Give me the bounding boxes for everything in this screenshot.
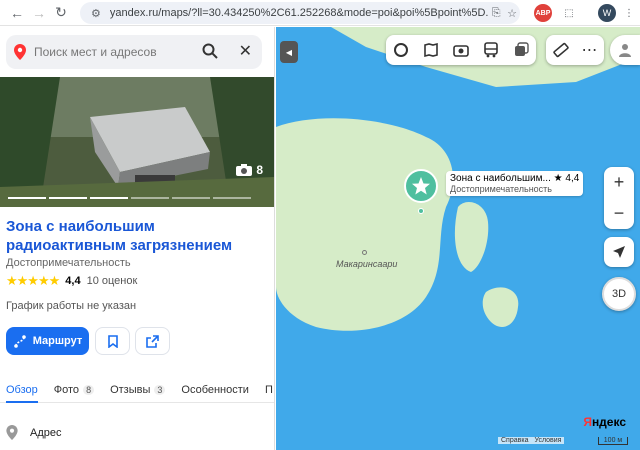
reviews-count: 10 оценок (86, 275, 138, 287)
map-scale: 100 м (598, 437, 628, 445)
photo-layer-icon[interactable] (446, 35, 476, 65)
place-tabs: Обзор Фото 8 Отзывы 3 Особенности П (0, 377, 274, 403)
navigation-arrow-icon (613, 246, 625, 258)
poi-label[interactable]: Зона с наибольшим... ★ 4,4 Достопримечат… (446, 171, 584, 196)
bookmark-star-icon[interactable]: ☆ (504, 7, 520, 20)
poi-category: Достопримечательность (450, 184, 552, 194)
place-title[interactable]: Зона с наибольшим радиоактивным загрязне… (6, 217, 266, 255)
address-bar[interactable]: ⚙ yandex.ru/maps/?ll=30.434250%2C61.2522… (80, 2, 520, 24)
zoom-out-button[interactable]: − (614, 203, 625, 224)
route-button[interactable]: Маршрут (6, 327, 89, 355)
transport-icon[interactable] (476, 35, 506, 65)
map-footer-links: Справка Условия (498, 437, 565, 444)
reload-icon[interactable]: ↻ (50, 2, 72, 24)
collapse-panel-icon[interactable]: ◀ (280, 41, 298, 63)
more-icon[interactable]: ⋯ (575, 35, 604, 65)
map-canvas (276, 27, 640, 450)
place-panel: ✕ 8 Зона с наибольшим радиоактивным загр… (0, 27, 275, 450)
rating-row[interactable]: ★★★★★ 4,4 10 оценок (6, 273, 137, 289)
poi-marker[interactable] (404, 169, 438, 215)
search-input[interactable] (34, 45, 194, 59)
share-button[interactable] (135, 327, 170, 355)
photo-count: 8 (236, 163, 263, 177)
back-icon[interactable]: ← (6, 2, 28, 24)
yandex-logo: Яндекс (583, 415, 626, 429)
install-app-icon[interactable]: ⎘ (488, 7, 504, 20)
location-pin-icon (6, 44, 34, 60)
layers-icon[interactable] (386, 35, 416, 65)
search-box: ✕ (6, 35, 262, 69)
ruler-icon[interactable] (546, 35, 575, 65)
profile-avatar[interactable]: W (598, 4, 616, 22)
browser-toolbar: ← → ↻ ⚙ yandex.ru/maps/?ll=30.434250%2C6… (0, 0, 640, 26)
route-icon (13, 335, 26, 348)
tab-photos[interactable]: Фото 8 (54, 377, 95, 403)
rating-stars: ★★★★★ (6, 273, 60, 288)
close-icon[interactable]: ✕ (239, 41, 252, 61)
address-row[interactable]: Адрес (6, 425, 62, 440)
terms-link[interactable]: Условия (534, 437, 561, 444)
map-layers-toolbar (386, 35, 536, 65)
map-area[interactable]: ◀ ⋯ Зона с наибольшим... ★ 4,4 Достоприм… (276, 27, 640, 450)
place-photo[interactable]: 8 (0, 77, 274, 207)
mapview-icon[interactable] (506, 35, 536, 65)
bookmark-icon (107, 334, 118, 348)
photo-progress (8, 197, 251, 199)
forward-icon[interactable]: → (28, 2, 50, 24)
address-label: Адрес (30, 426, 62, 439)
island-dot (362, 250, 367, 255)
search-icon[interactable] (202, 43, 218, 64)
poi-rating: ★ 4,4 (553, 173, 580, 184)
bookmark-button[interactable] (95, 327, 130, 355)
tab-more[interactable]: П (265, 377, 273, 403)
location-icon (6, 425, 18, 440)
camera-icon (236, 164, 253, 176)
tab-features[interactable]: Особенности (181, 377, 249, 403)
zoom-control: + − (604, 167, 634, 229)
working-hours: График работы не указан (6, 300, 137, 312)
island-name: Макаринсаари (336, 259, 398, 269)
url-text[interactable]: yandex.ru/maps/?ll=30.434250%2C61.252268… (110, 7, 488, 19)
poi-name: Зона с наибольшим... (450, 173, 551, 184)
account-avatar[interactable] (610, 35, 640, 65)
map-tools-toolbar: ⋯ (546, 35, 604, 65)
my-location-button[interactable] (604, 237, 634, 267)
zoom-in-button[interactable]: + (614, 172, 625, 193)
panorama-icon[interactable] (416, 35, 446, 65)
tab-overview[interactable]: Обзор (6, 377, 38, 403)
user-icon[interactable] (610, 35, 640, 65)
menu-icon[interactable]: ⋮ (620, 4, 638, 22)
tab-reviews[interactable]: Отзывы 3 (110, 377, 166, 403)
adblock-icon[interactable]: ABP (534, 4, 552, 22)
site-settings-icon[interactable]: ⚙ (88, 7, 104, 20)
share-icon (146, 334, 159, 348)
extensions-icon[interactable]: ⬚ (560, 4, 578, 22)
3d-button[interactable]: 3D (602, 277, 636, 311)
rating-value: 4,4 (65, 275, 81, 287)
place-category: Достопримечательность (6, 257, 131, 269)
help-link[interactable]: Справка (501, 437, 528, 444)
